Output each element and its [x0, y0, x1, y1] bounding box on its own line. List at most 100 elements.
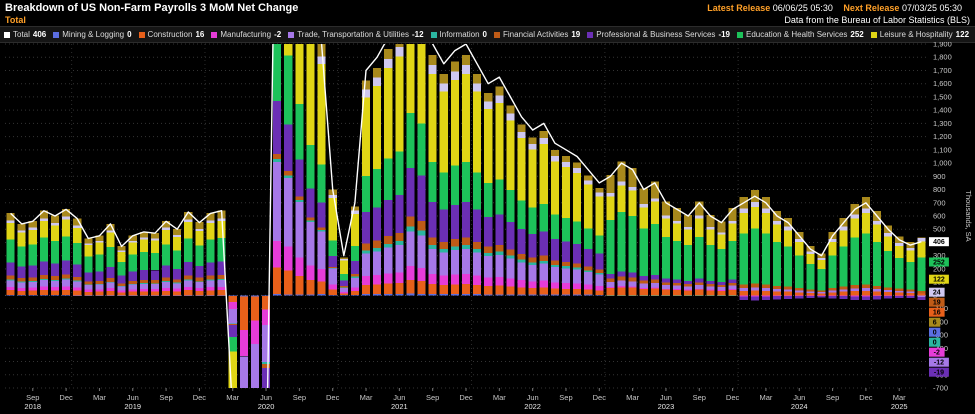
bar-segment[interactable]: [429, 249, 437, 274]
bar-segment[interactable]: [706, 290, 714, 291]
bar-segment[interactable]: [306, 221, 314, 222]
bar-segment[interactable]: [462, 245, 470, 249]
bar-segment[interactable]: [406, 232, 414, 266]
bar-segment[interactable]: [740, 288, 748, 291]
bar-segment[interactable]: [917, 238, 925, 241]
bar-segment[interactable]: [184, 280, 192, 281]
bar-segment[interactable]: [851, 238, 859, 285]
bar-segment[interactable]: [717, 285, 725, 287]
bar-segment[interactable]: [606, 274, 614, 279]
bar-segment[interactable]: [817, 293, 825, 295]
bar-segment[interactable]: [817, 296, 825, 298]
bar-segment[interactable]: [473, 249, 481, 252]
bar-segment[interactable]: [784, 289, 792, 291]
bar-segment[interactable]: [862, 208, 870, 213]
bar-segment[interactable]: [840, 230, 848, 246]
bar-segment[interactable]: [151, 284, 159, 289]
bar-segment[interactable]: [462, 237, 470, 245]
bar-segment[interactable]: [362, 212, 370, 243]
bar-segment[interactable]: [162, 288, 170, 291]
bar-segment[interactable]: [640, 276, 648, 280]
bar-segment[interactable]: [384, 59, 392, 68]
bar-segment[interactable]: [51, 295, 59, 296]
bar-segment[interactable]: [395, 233, 403, 241]
bar-segment[interactable]: [517, 280, 525, 287]
bar-segment[interactable]: [373, 241, 381, 248]
bar-segment[interactable]: [506, 294, 514, 295]
bar-segment[interactable]: [884, 251, 892, 287]
bar-segment[interactable]: [817, 269, 825, 291]
bar-segment[interactable]: [18, 295, 26, 296]
bar-segment[interactable]: [506, 121, 514, 190]
bar-segment[interactable]: [851, 295, 859, 296]
bar-segment[interactable]: [406, 294, 414, 296]
bar-segment[interactable]: [229, 295, 237, 296]
bar-segment[interactable]: [595, 269, 603, 272]
bar-segment[interactable]: [529, 288, 537, 295]
bar-segment[interactable]: [129, 241, 137, 243]
bar-segment[interactable]: [151, 240, 159, 252]
bar-segment[interactable]: [551, 239, 559, 260]
bar-segment[interactable]: [329, 256, 337, 267]
bar-segment[interactable]: [717, 232, 725, 234]
bar-segment[interactable]: [251, 344, 259, 397]
bar-segment[interactable]: [62, 287, 70, 290]
bar-segment[interactable]: [629, 286, 637, 287]
bar-segment[interactable]: [218, 295, 226, 296]
bar-segment[interactable]: [51, 280, 59, 281]
legend-item[interactable]: Mining & Logging0: [53, 30, 131, 39]
bar-segment[interactable]: [384, 159, 392, 200]
bar-segment[interactable]: [340, 281, 348, 287]
bar-segment[interactable]: [784, 292, 792, 296]
payrolls-chart[interactable]: -700-600-500-400-300-200-100010020030040…: [0, 42, 975, 414]
bar-segment[interactable]: [462, 162, 470, 202]
bar-segment[interactable]: [517, 294, 525, 295]
bar-segment[interactable]: [106, 282, 114, 288]
bar-segment[interactable]: [695, 290, 703, 296]
bar-segment[interactable]: [751, 287, 759, 290]
bar-segment[interactable]: [318, 231, 326, 269]
bar-segment[interactable]: [40, 287, 48, 290]
bar-segment[interactable]: [173, 237, 181, 250]
bar-segment[interactable]: [129, 281, 137, 284]
bar-segment[interactable]: [495, 180, 503, 215]
bar-segment[interactable]: [540, 261, 548, 264]
bar-segment[interactable]: [529, 295, 537, 296]
bar-segment[interactable]: [184, 287, 192, 290]
bar-segment[interactable]: [29, 230, 37, 245]
bar-segment[interactable]: [895, 258, 903, 289]
bar-segment[interactable]: [651, 224, 659, 275]
bar-segment[interactable]: [584, 272, 592, 285]
bar-segment[interactable]: [140, 252, 148, 270]
bar-segment[interactable]: [551, 156, 559, 161]
bar-segment[interactable]: [440, 74, 448, 83]
bar-segment[interactable]: [873, 291, 881, 295]
bar-segment[interactable]: [740, 295, 748, 296]
bar-segment[interactable]: [440, 285, 448, 294]
bar-segment[interactable]: [695, 218, 703, 237]
bar-segment[interactable]: [917, 296, 925, 298]
bar-segment[interactable]: [184, 262, 192, 275]
bar-segment[interactable]: [418, 294, 426, 296]
bar-segment[interactable]: [684, 287, 692, 290]
bar-segment[interactable]: [840, 296, 848, 299]
bar-segment[interactable]: [162, 277, 170, 281]
bar-segment[interactable]: [118, 276, 126, 284]
bar-segment[interactable]: [506, 259, 514, 279]
bar-segment[interactable]: [729, 280, 737, 283]
bar-segment[interactable]: [51, 276, 59, 280]
bar-segment[interactable]: [295, 295, 303, 296]
bar-segment[interactable]: [662, 237, 670, 279]
bar-segment[interactable]: [106, 282, 114, 283]
bar-segment[interactable]: [595, 196, 603, 235]
bar-segment[interactable]: [562, 167, 570, 218]
bar-segment[interactable]: [84, 285, 92, 286]
bar-segment[interactable]: [573, 173, 581, 222]
bar-segment[interactable]: [673, 283, 681, 286]
bar-segment[interactable]: [506, 190, 514, 222]
bar-segment[interactable]: [229, 405, 237, 411]
bar-segment[interactable]: [206, 295, 214, 296]
bar-segment[interactable]: [129, 295, 137, 296]
bar-segment[interactable]: [406, 266, 414, 280]
bar-segment[interactable]: [362, 285, 370, 294]
